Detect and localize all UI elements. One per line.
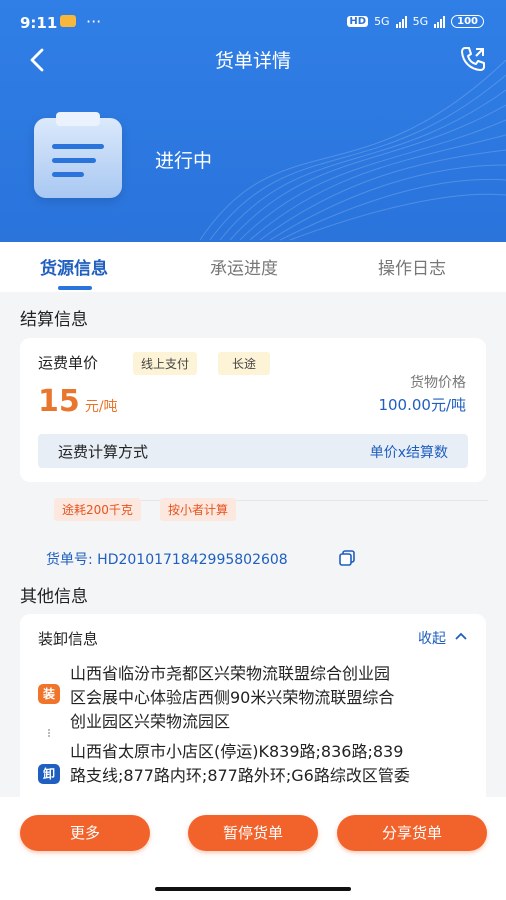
price-value: 15 [38, 384, 80, 419]
tab-bar: 货源信息 承运进度 操作日志 [0, 242, 506, 292]
signal-icon [395, 15, 407, 28]
page-title: 货单详情 [214, 50, 291, 72]
unload-address-line: 路支线;877路内环;877路外环;G6路综改区管委 [70, 766, 410, 785]
status-time: 9:11 [20, 14, 58, 32]
goods-price-value: 100.00元/吨 [378, 396, 466, 414]
freight-label: 运费单价 [38, 354, 99, 372]
order-number-row: 货单号: HD2010171842995802608 [46, 549, 288, 569]
more-button[interactable]: 更多 [20, 815, 150, 851]
status-bar: 9:11 ··· HD 5G 5G 100 [0, 10, 506, 38]
chevron-up-icon[interactable] [454, 631, 468, 641]
unload-badge: 卸 [38, 764, 60, 784]
hd-icon: HD [347, 16, 369, 27]
unload-address-line: 山西省太原市小店区(停运)K839路;836路;839 [70, 742, 404, 761]
nav-bar: 货单详情 [0, 40, 506, 80]
unload-address: 山西省太原市小店区(停运)K839路;836路;839 路支线;877路内环;8… [70, 740, 410, 788]
other-section-title: 其他信息 [20, 587, 88, 607]
load-address-line: 区会展中心体验店西侧90米兴荣物流联盟综合 [70, 688, 395, 707]
settlement-section-title: 结算信息 [20, 310, 88, 330]
phone-call-icon[interactable] [458, 44, 488, 74]
share-order-button[interactable]: 分享货单 [337, 815, 487, 851]
copy-icon[interactable] [338, 549, 356, 567]
freight-price: 15 元/吨 [38, 384, 118, 419]
price-unit: 元/吨 [84, 399, 118, 415]
order-number-label: 货单号: [46, 552, 93, 568]
calc-rule-tag: 按小者计算 [160, 498, 237, 521]
calc-method-label: 运费计算方式 [58, 443, 149, 461]
calc-method-row: 运费计算方式 单价x结算数 [38, 434, 468, 468]
loss-tag: 途耗200千克 [54, 498, 141, 521]
order-status: 进行中 [155, 150, 213, 172]
tab-operation-log[interactable]: 操作日志 [378, 254, 446, 279]
network-label-2: 5G [412, 15, 429, 28]
load-address-line: 创业园区兴荣物流园区 [70, 712, 231, 731]
document-icon [34, 112, 122, 198]
order-number-value: HD2010171842995802608 [97, 552, 288, 568]
load-address-line: 山西省临汾市尧都区兴荣物流联盟综合创业园 [70, 664, 391, 683]
load-address: 山西省临汾市尧都区兴荣物流联盟综合创业园 区会展中心体验店西侧90米兴荣物流联盟… [70, 662, 394, 734]
notification-icon [60, 15, 76, 27]
calc-method-value: 单价x结算数 [369, 445, 448, 461]
tab-transport-progress[interactable]: 承运进度 [210, 254, 278, 279]
battery-icon: 100 [451, 15, 484, 28]
pause-order-button[interactable]: 暂停货单 [188, 815, 318, 851]
tab-source-info[interactable]: 货源信息 [40, 254, 108, 279]
collapse-button[interactable]: 收起 [418, 628, 446, 648]
home-indicator[interactable] [155, 887, 351, 891]
active-tab-indicator [58, 286, 92, 290]
status-right: HD 5G 5G 100 [347, 15, 484, 28]
payment-tag: 线上支付 [133, 352, 198, 375]
loading-title: 装卸信息 [38, 630, 99, 648]
settlement-card: 运费单价 线上支付 长途 15 元/吨 货物价格 100.00元/吨 运费计算方… [20, 338, 486, 482]
goods-price-label: 货物价格 [410, 375, 466, 391]
signal-icon-2 [434, 15, 446, 28]
network-label-1: 5G [374, 15, 390, 28]
distance-tag: 长途 [218, 352, 271, 375]
route-connector [48, 729, 50, 737]
loading-card: 装卸信息 收起 装 山西省临汾市尧都区兴荣物流联盟综合创业园 区会展中心体验店西… [20, 614, 486, 797]
header-banner: 9:11 ··· HD 5G 5G 100 货单详情 进行中 [0, 0, 506, 242]
more-status-icon: ··· [86, 12, 102, 31]
load-badge: 装 [38, 684, 60, 704]
